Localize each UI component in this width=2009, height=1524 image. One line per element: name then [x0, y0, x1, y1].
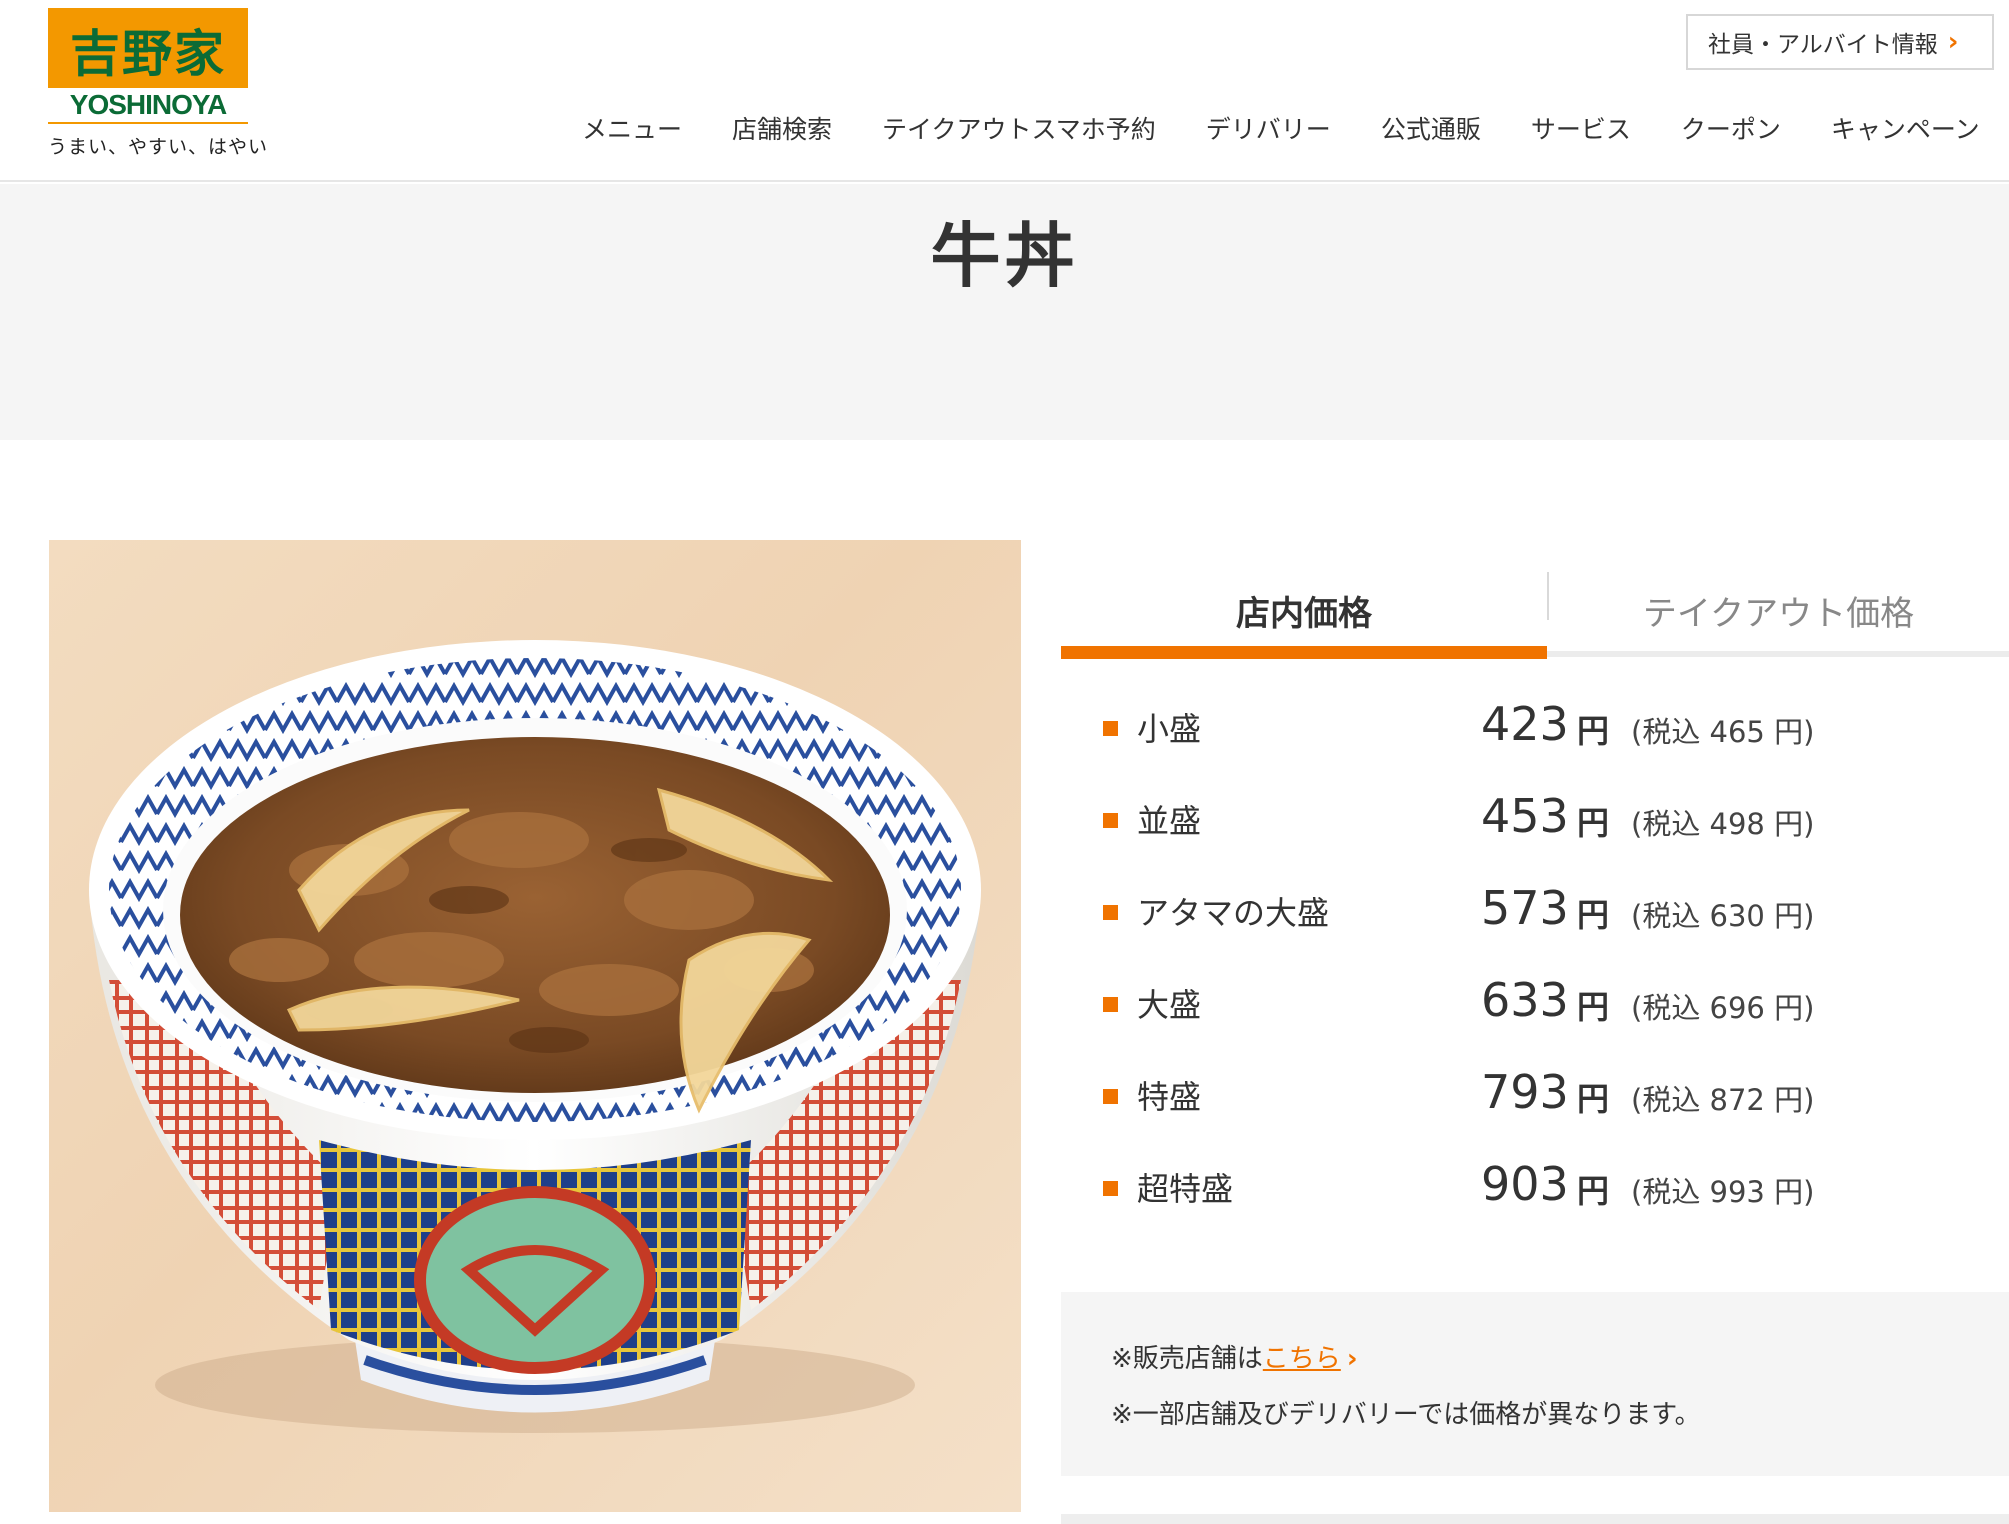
yen-unit: 円 [1577, 1172, 1610, 1210]
logo-romaji: YOSHINOYA [69, 89, 227, 120]
nav-campaign[interactable]: キャンペーン [1831, 110, 1980, 146]
logo-kanji: 吉野家 [70, 24, 226, 83]
price-row: アタマの大盛 573 円 (税込 630 円) [1061, 866, 2009, 958]
tax-included-price: (税込 872 円) [1631, 1083, 1815, 1117]
price-value: 453 [1481, 789, 1569, 843]
tax-included-price: (税込 993 円) [1631, 1175, 1815, 1209]
tax-included-price: (税込 498 円) [1631, 807, 1815, 841]
price-row: 超特盛 903 円 (税込 993 円) [1061, 1142, 2009, 1234]
size-name: 並盛 [1137, 802, 1202, 840]
price-value: 793 [1481, 1065, 1569, 1119]
size-name: 大盛 [1137, 986, 1202, 1024]
recruit-info-button[interactable]: 社員・アルバイト情報 › [1686, 14, 1994, 70]
page-title: 牛丼 [930, 215, 1079, 297]
stores-note-prefix: ※販売店舗は [1111, 1344, 1263, 1374]
bullet-icon [1103, 813, 1118, 828]
price-row: 特盛 793 円 (税込 872 円) [1061, 1050, 2009, 1142]
price-list: 小盛 423 円 (税込 465 円) 並盛 453 円 (税込 498 円) … [1061, 682, 2009, 1234]
price-row: 小盛 423 円 (税込 465 円) [1061, 682, 2009, 774]
gyudon-bowl-illustration [89, 640, 981, 1433]
nav-menu[interactable]: メニュー [582, 110, 682, 146]
logo-tagline: うまい、やすい、はやい [48, 136, 269, 158]
price-value: 423 [1481, 697, 1569, 751]
size-name: 小盛 [1137, 710, 1202, 748]
size-name: 特盛 [1137, 1078, 1202, 1116]
price-tabs: 店内価格 テイクアウト価格 [1061, 560, 2009, 660]
bullet-icon [1103, 721, 1118, 736]
tab-in-store-price[interactable]: 店内価格 [1061, 560, 1547, 660]
size-name: アタマの大盛 [1137, 894, 1330, 932]
nav-service[interactable]: サービス [1531, 110, 1631, 146]
nav-takeout-reservation[interactable]: テイクアウトスマホ予約 [882, 110, 1156, 146]
nav-coupon[interactable]: クーポン [1681, 110, 1781, 146]
nav-official-shop[interactable]: 公式通販 [1381, 110, 1481, 146]
price-value: 573 [1481, 881, 1569, 935]
tax-included-price: (税込 465 円) [1631, 715, 1815, 749]
yen-unit: 円 [1577, 988, 1610, 1026]
gyudon-bowl-image [49, 540, 1021, 1512]
chevron-right-icon: › [1947, 27, 1959, 57]
chevron-right-icon: › [1346, 1344, 1358, 1374]
bullet-icon [1103, 997, 1118, 1012]
section-divider [1061, 1514, 2009, 1524]
tax-included-price: (税込 696 円) [1631, 991, 1815, 1025]
price-difference-note: ※一部店舗及びデリバリーでは価格が異なります。 [1111, 1400, 1701, 1430]
yen-unit: 円 [1577, 896, 1610, 934]
global-nav: メニュー 店舗検索 テイクアウトスマホ予約 デリバリー 公式通販 サービス クー… [582, 110, 2009, 146]
nav-delivery[interactable]: デリバリー [1206, 110, 1331, 146]
yen-unit: 円 [1577, 1080, 1610, 1118]
bullet-icon [1103, 1089, 1118, 1104]
price-value: 633 [1481, 973, 1569, 1027]
site-header: 吉野家 YOSHINOYA うまい、やすい、はやい 社員・アルバイト情報 › メ… [0, 0, 2009, 182]
price-value: 903 [1481, 1157, 1569, 1211]
size-name: 超特盛 [1137, 1170, 1234, 1208]
bullet-icon [1103, 1181, 1118, 1196]
recruit-info-label: 社員・アルバイト情報 [1708, 32, 1938, 58]
yoshinoya-logo[interactable]: 吉野家 YOSHINOYA うまい、やすい、はやい [48, 8, 269, 159]
inactive-tab-indicator [1547, 651, 2009, 657]
bullet-icon [1103, 905, 1118, 920]
stores-link[interactable]: こちら [1263, 1344, 1341, 1374]
stores-note: ※販売店舗はこちら › [1111, 1338, 1358, 1375]
notes-box: ※販売店舗はこちら › ※一部店舗及びデリバリーでは価格が異なります。 [1061, 1292, 2009, 1476]
tab-takeout-price[interactable]: テイクアウト価格 [1548, 560, 2009, 660]
price-row: 大盛 633 円 (税込 696 円) [1061, 958, 2009, 1050]
price-row: 並盛 453 円 (税込 498 円) [1061, 774, 2009, 866]
active-tab-indicator [1061, 646, 1547, 659]
logo-romaji-band: YOSHINOYA [48, 84, 248, 122]
yen-unit: 円 [1577, 712, 1610, 750]
nav-store-search[interactable]: 店舗検索 [732, 110, 832, 146]
logo-mark: 吉野家 YOSHINOYA [48, 8, 248, 124]
tax-included-price: (税込 630 円) [1631, 899, 1815, 933]
yen-unit: 円 [1577, 804, 1610, 842]
